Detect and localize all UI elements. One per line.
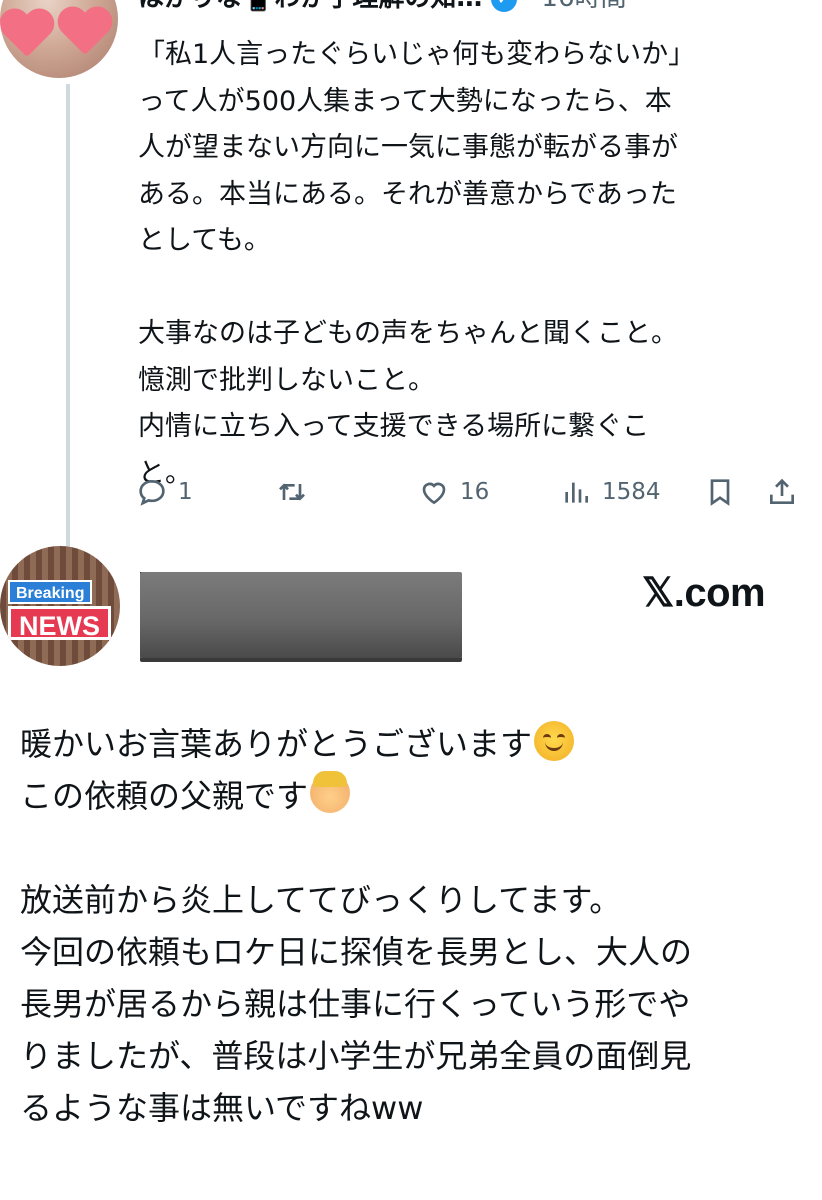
bookmark-icon (710, 479, 730, 506)
bookmark-button[interactable] (704, 470, 736, 514)
thread-line (66, 84, 70, 552)
share-icon (770, 478, 794, 504)
views-icon (565, 482, 588, 503)
reply-count: 1 (178, 479, 193, 505)
tweet-header: はかりな📱わか子理解の知… ✓ · 16時間 (138, 0, 822, 14)
man-emoji-icon (310, 771, 351, 813)
heart-sticker (0, 10, 54, 60)
views-button[interactable]: 1584 (560, 470, 661, 514)
x-logo-watermark: 𝕏.com (642, 571, 766, 615)
retweet-icon (279, 483, 305, 501)
heart-icon (422, 482, 446, 505)
text-line: りましたが、普段は小学生が兄弟全員の面倒見 (20, 1037, 692, 1075)
like-count: 16 (460, 479, 490, 505)
author-avatar[interactable]: Breaking NEWS (0, 546, 120, 666)
retweet-button[interactable] (276, 470, 318, 514)
avatar-breaking-label: Breaking (8, 580, 93, 604)
view-count: 1584 (602, 479, 661, 505)
reply-icon (139, 479, 165, 506)
text-line: 放送前から炎上しててびっくりしてます。 (20, 881, 622, 919)
text-line: この依頼の父親です (20, 770, 800, 822)
verified-badge-icon: ✓ (490, 0, 517, 12)
text-line: 長男が居るから親は仕事に行くっていう形でや (20, 985, 691, 1023)
author-name[interactable]: はかりな📱わか子理解の知… (138, 0, 482, 13)
reply-button[interactable]: 1 (136, 470, 193, 514)
share-button[interactable] (766, 470, 798, 514)
text-line: 暖かいお言葉ありがとうございます (20, 718, 800, 770)
author-avatar[interactable] (0, 0, 118, 78)
like-button[interactable]: 16 (418, 470, 489, 514)
tweet-text: 暖かいお言葉ありがとうございます この依頼の父親です 放送前から炎上しててびっく… (20, 718, 800, 1134)
redacted-author-name (140, 572, 462, 658)
heart-sticker (56, 8, 112, 58)
text-line: るような事は無いですねww (20, 1089, 424, 1127)
tweet-time[interactable]: · 16時間 (525, 0, 627, 13)
text-line: 今回の依頼もロケ日に探偵を長男とし、大人の (20, 933, 693, 971)
smiling-face-emoji-icon (534, 721, 575, 761)
avatar-news-label: NEWS (8, 606, 111, 641)
tweet-actions: 1 16 1584 (136, 470, 806, 514)
tweet-text: 「私1人言ったぐらいじゃ何も変わらないか」 って人が500人集まって大勢になった… (138, 39, 696, 489)
